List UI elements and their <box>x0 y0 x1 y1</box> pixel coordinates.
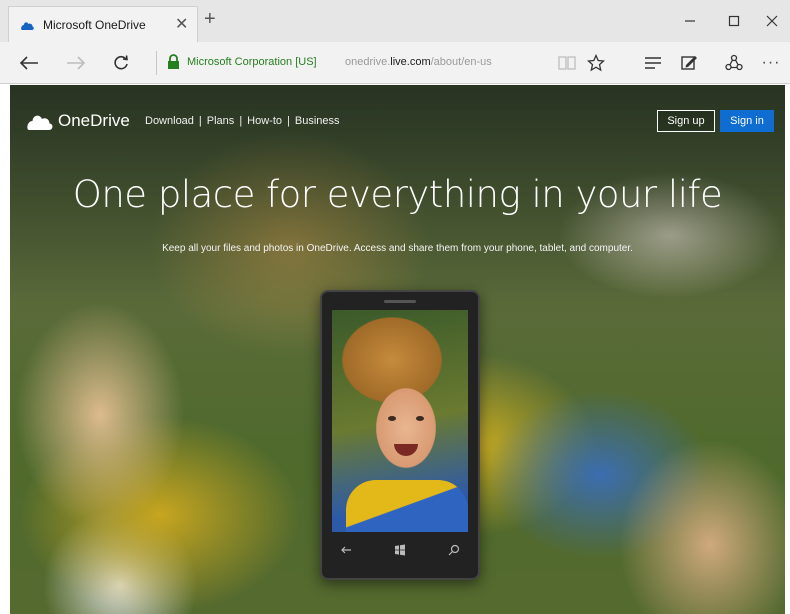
more-menu-icon[interactable]: ··· <box>758 51 784 75</box>
nav-download[interactable]: Download <box>145 115 194 127</box>
minimize-icon[interactable] <box>670 8 710 34</box>
forward-arrow-icon[interactable] <box>63 51 89 75</box>
favorite-star-icon[interactable] <box>583 51 609 75</box>
window-close-icon[interactable] <box>752 8 790 34</box>
refresh-icon[interactable] <box>108 51 134 75</box>
address-bar: Microsoft Corporation [US] onedrive.live… <box>0 42 790 84</box>
url-input[interactable]: onedrive.live.com/about/en-us <box>345 56 492 68</box>
phone-photo-shirt <box>346 480 468 532</box>
onedrive-cloud-icon <box>21 22 34 30</box>
site-nav: Download | Plans | How-to | Business <box>145 115 340 127</box>
reading-view-icon[interactable] <box>554 51 580 75</box>
url-path: /about/en-us <box>430 56 492 68</box>
phone-photo-eye <box>416 416 424 421</box>
tab-onedrive[interactable]: Microsoft OneDrive ✕ <box>8 6 198 42</box>
sign-in-button[interactable]: Sign in <box>720 110 774 132</box>
phone-image <box>320 290 480 580</box>
nav-separator: | <box>287 115 290 127</box>
onedrive-page: OneDrive Download | Plans | How-to | Business … <box>10 85 785 614</box>
tab-close-icon[interactable]: ✕ <box>175 14 188 34</box>
onedrive-brand[interactable]: OneDrive <box>58 111 130 131</box>
sign-up-button[interactable]: Sign up <box>657 110 715 132</box>
site-identity[interactable]: Microsoft Corporation [US] <box>187 56 317 68</box>
phone-windows-icon <box>395 544 405 556</box>
url-domain: live.com <box>390 56 431 68</box>
lock-icon <box>168 54 179 69</box>
nav-separator: | <box>239 115 243 127</box>
web-note-icon[interactable] <box>676 51 702 75</box>
hub-icon[interactable] <box>640 51 666 75</box>
maximize-icon[interactable] <box>714 8 754 34</box>
hero-headline: One place for everything in your life <box>72 173 723 216</box>
onedrive-logo-icon[interactable] <box>24 113 54 131</box>
nav-plans[interactable]: Plans <box>207 115 235 127</box>
phone-photo-eye <box>388 416 396 421</box>
nav-separator: | <box>198 115 202 127</box>
url-prefix: onedrive. <box>345 56 391 68</box>
address-divider <box>156 51 157 75</box>
phone-photo-mouth <box>394 444 418 456</box>
new-tab-button[interactable]: + <box>204 9 216 29</box>
tab-title: Microsoft OneDrive <box>43 18 146 32</box>
phone-back-icon <box>341 546 351 554</box>
phone-screen-photo <box>332 310 468 532</box>
nav-business[interactable]: Business <box>295 115 340 127</box>
phone-buttons <box>332 542 468 558</box>
phone-search-icon <box>448 544 460 556</box>
back-arrow-icon[interactable] <box>16 51 42 75</box>
phone-speaker <box>384 300 416 303</box>
nav-how-to[interactable]: How-to <box>247 115 282 127</box>
share-icon[interactable] <box>721 51 747 75</box>
tab-strip: Microsoft OneDrive ✕ + <box>0 0 790 42</box>
hero-subline: Keep all your files and photos in OneDri… <box>162 243 633 254</box>
